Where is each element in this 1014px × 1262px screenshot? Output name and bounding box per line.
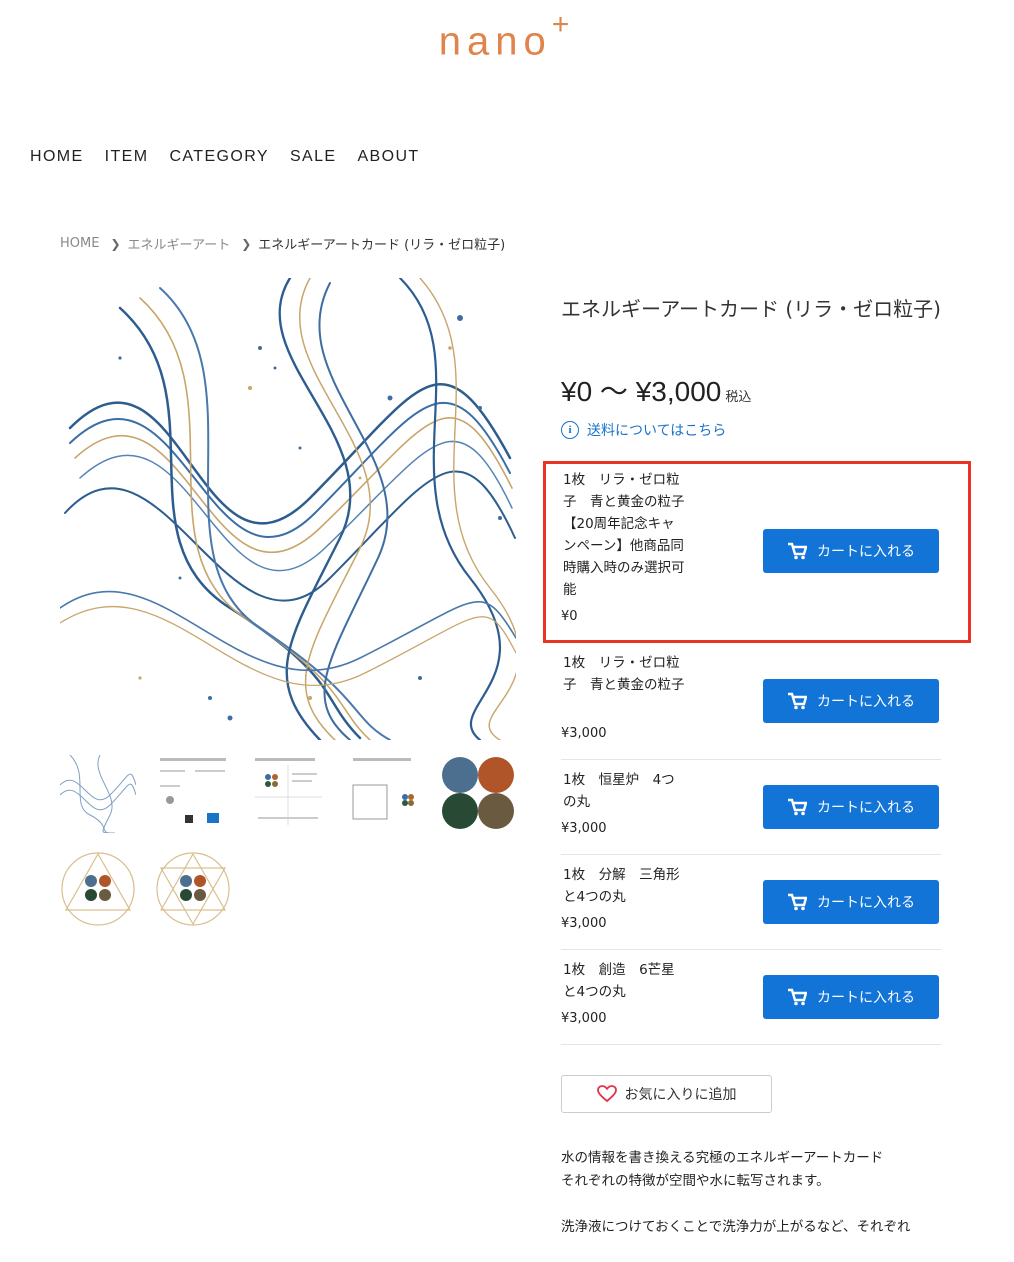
favorite-label: お気に入りに追加 — [624, 1087, 737, 1103]
thumbnail-5[interactable] — [440, 755, 516, 833]
thumbnail-7[interactable] — [155, 850, 231, 928]
chevron-right-icon: ❯ — [110, 236, 121, 251]
nav-item[interactable]: ITEM — [105, 148, 149, 166]
add-to-cart-button[interactable]: カートに入れる — [763, 679, 939, 723]
add-to-favorites-button[interactable]: お気に入りに追加 — [561, 1075, 772, 1113]
nav-sale[interactable]: SALE — [290, 148, 337, 166]
logo-text: nano — [438, 19, 552, 64]
cart-button-label: カートに入れる — [817, 990, 915, 1006]
thumbnail-hexagram-image — [156, 852, 230, 926]
description-line-2: それぞれの特徴が空間や水に転写されます。 — [561, 1173, 830, 1189]
nav-about[interactable]: ABOUT — [357, 148, 419, 166]
nav-category[interactable]: CATEGORY — [169, 148, 269, 166]
variant-name: 1枚 リラ・ゼロ粒子 青と黄金の粒子 — [563, 655, 685, 693]
thumbnail-triangle-image — [61, 852, 135, 926]
thumbnail-4[interactable] — [345, 755, 421, 833]
highlight-box — [543, 461, 971, 643]
cart-icon — [788, 692, 807, 710]
add-to-cart-button[interactable]: カートに入れる — [763, 785, 939, 829]
thumbnail-doc-image — [255, 758, 322, 825]
nav-home[interactable]: HOME — [30, 148, 84, 166]
variant-row-3: 1枚 恒星炉 4つの丸 ¥3,000 カートに入れる — [561, 759, 941, 855]
breadcrumb: HOME ❯ エネルギーアート ❯ エネルギーアートカード (リラ・ゼロ粒子) — [60, 234, 505, 253]
cart-icon — [788, 798, 807, 816]
variant-price: ¥3,000 — [561, 1011, 607, 1026]
cart-button-label: カートに入れる — [817, 800, 915, 816]
cart-icon — [788, 893, 807, 911]
thumbnail-3[interactable] — [250, 755, 326, 833]
cart-button-label: カートに入れる — [817, 694, 915, 710]
site-logo[interactable]: nano+ — [0, 8, 1014, 64]
product-price: ¥0 〜 ¥3,000 — [561, 376, 722, 407]
info-icon: i — [561, 421, 579, 439]
product-main-image[interactable] — [60, 278, 516, 740]
variant-price: ¥3,000 — [561, 821, 607, 836]
shipping-link[interactable]: i 送料についてはこちら — [561, 420, 726, 440]
main-nav: HOME ITEM CATEGORY SALE ABOUT — [30, 148, 441, 166]
cart-button-label: カートに入れる — [817, 895, 915, 911]
add-to-cart-button[interactable]: カートに入れる — [763, 880, 939, 924]
description-line-1: 水の情報を書き換える究極のエネルギーアートカード — [561, 1150, 884, 1166]
variant-price: ¥3,000 — [561, 916, 607, 931]
variant-row-4: 1枚 分解 三角形と4つの丸 ¥3,000 カートに入れる — [561, 854, 941, 950]
tax-label: 税込 — [725, 390, 752, 405]
variant-name: 1枚 分解 三角形と4つの丸 — [563, 867, 680, 905]
product-title: エネルギーアートカード (リラ・ゼロ粒子) — [561, 297, 941, 321]
thumbnail-2[interactable] — [155, 755, 231, 833]
thumbnail-four-circles-image — [442, 757, 514, 829]
thumbnail-doc-image — [160, 758, 226, 823]
thumbnail-6[interactable] — [60, 850, 136, 928]
description-line-3: 洗浄液につけておくことで洗浄力が上がるなど、それぞれ — [561, 1219, 911, 1235]
shipping-link-text: 送料についてはこちら — [587, 423, 727, 439]
add-to-cart-button[interactable]: カートに入れる — [763, 975, 939, 1019]
variant-name: 1枚 恒星炉 4つの丸 — [563, 772, 675, 810]
wave-art-image — [60, 278, 516, 740]
variant-row-5: 1枚 創造 6芒星と4つの丸 ¥3,000 カートに入れる — [561, 949, 941, 1045]
variant-name: 1枚 創造 6芒星と4つの丸 — [563, 962, 675, 1000]
product-description: 水の情報を書き換える究極のエネルギーアートカード それぞれの特徴が空間や水に転写… — [561, 1147, 961, 1262]
logo-plus: + — [551, 8, 576, 41]
thumbnail-doc-image — [352, 758, 414, 820]
variant-price: ¥3,000 — [561, 726, 607, 741]
heart-icon — [596, 1085, 617, 1103]
thumbnail-1[interactable] — [60, 755, 136, 833]
variant-row-2: 1枚 リラ・ゼロ粒子 青と黄金の粒子 ¥3,000 カートに入れる — [561, 652, 941, 760]
chevron-right-icon: ❯ — [241, 236, 252, 251]
breadcrumb-category[interactable]: エネルギーアート — [128, 234, 231, 253]
breadcrumb-current: エネルギーアートカード (リラ・ゼロ粒子) — [258, 238, 506, 253]
product-price-block: ¥0 〜 ¥3,000 税込 — [561, 370, 751, 410]
thumbnail-wave-image — [60, 755, 136, 833]
cart-icon — [788, 988, 807, 1006]
breadcrumb-home[interactable]: HOME — [60, 236, 99, 251]
